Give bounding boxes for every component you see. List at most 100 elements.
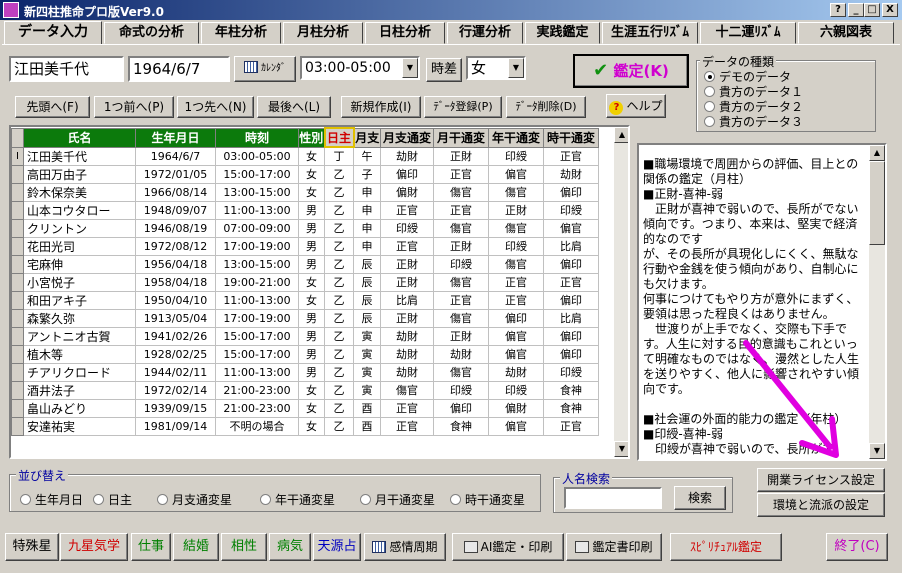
row-indicator[interactable] xyxy=(11,380,24,400)
cell-nenkan-tsuhen[interactable]: 偏官 xyxy=(488,344,544,364)
cell-nenkan-tsuhen[interactable]: 偏官 xyxy=(488,326,544,346)
cell-getsushi[interactable]: 寅 xyxy=(353,380,381,400)
cell-name[interactable]: 小宮悦子 xyxy=(23,272,136,292)
cell-nenkan-tsuhen[interactable]: 偏官 xyxy=(488,164,544,184)
cell-time[interactable]: 21:00-23:00 xyxy=(215,380,299,400)
cell-getsushi-tsuhen[interactable]: 劫財 xyxy=(380,344,434,364)
cell-getsushi[interactable]: 午 xyxy=(353,146,381,166)
cell-jikan-tsuhen[interactable]: 比肩 xyxy=(543,308,599,328)
cell-gender[interactable]: 女 xyxy=(298,290,325,310)
sort-birthdate[interactable]: 生年月日 xyxy=(20,491,83,508)
cell-name[interactable]: 酒井法子 xyxy=(23,380,136,400)
cell-gekkan-tsuhen[interactable]: 正財 xyxy=(433,326,489,346)
cell-nenkan-tsuhen[interactable]: 印綬 xyxy=(488,236,544,256)
cell-getsushi-tsuhen[interactable]: 正官 xyxy=(380,200,434,220)
cell-birthdate[interactable]: 1966/08/14 xyxy=(135,182,216,202)
cell-jikan-tsuhen[interactable]: 偏印 xyxy=(543,254,599,274)
cell-getsushi[interactable]: 酉 xyxy=(353,416,381,436)
cell-birthdate[interactable]: 1950/04/10 xyxy=(135,290,216,310)
cell-gender[interactable]: 女 xyxy=(298,398,325,418)
cell-name[interactable]: 江田美千代 xyxy=(23,146,136,166)
kekkon-button[interactable]: 結婚 xyxy=(173,533,219,561)
sort-gekkan[interactable]: 月干通変星 xyxy=(360,491,435,508)
scroll-down-icon[interactable]: ▼ xyxy=(614,441,628,457)
data-type-yours-3[interactable]: 貴方のデータ３ xyxy=(704,113,803,130)
cell-getsushi-tsuhen[interactable]: 劫財 xyxy=(380,362,434,382)
cell-nissyu[interactable]: 乙 xyxy=(324,164,354,184)
tengen-button[interactable]: 天源占 xyxy=(313,533,361,561)
cell-gender[interactable]: 男 xyxy=(298,344,325,364)
cell-nenkan-tsuhen[interactable]: 傷官 xyxy=(488,218,544,238)
header-gender[interactable]: 性別 xyxy=(298,127,325,148)
table-row[interactable]: 酒井法子 1972/02/14 21:00-23:00 女乙寅傷官 印綬 印綬 食神 xyxy=(11,380,599,400)
cell-gender[interactable]: 男 xyxy=(298,362,325,382)
cell-gekkan-tsuhen[interactable]: 傷官 xyxy=(433,308,489,328)
scroll-up-icon[interactable]: ▲ xyxy=(869,145,885,161)
tab-juniun-rhythm[interactable]: 十二運ﾘｽﾞﾑ xyxy=(700,22,796,44)
cell-nenkan-tsuhen[interactable]: 正官 xyxy=(488,290,544,310)
row-indicator[interactable] xyxy=(11,398,24,418)
cell-getsushi[interactable]: 辰 xyxy=(353,308,381,328)
row-indicator[interactable] xyxy=(11,164,24,184)
cell-birthdate[interactable]: 1946/08/19 xyxy=(135,218,216,238)
cell-birthdate[interactable]: 1972/01/05 xyxy=(135,164,216,184)
cell-gender[interactable]: 男 xyxy=(298,326,325,346)
cell-birthdate[interactable]: 1956/04/18 xyxy=(135,254,216,274)
cell-getsushi-tsuhen[interactable]: 正官 xyxy=(380,398,434,418)
name-search-input[interactable] xyxy=(564,487,662,509)
cell-getsushi[interactable]: 寅 xyxy=(353,326,381,346)
cell-getsushi[interactable]: 寅 xyxy=(353,362,381,382)
cell-gekkan-tsuhen[interactable]: 傷官 xyxy=(433,182,489,202)
kyusei-button[interactable]: 九星気学 xyxy=(60,533,128,561)
cell-gender[interactable]: 女 xyxy=(298,272,325,292)
search-button[interactable]: 検索 xyxy=(674,486,726,510)
scroll-up-icon[interactable]: ▲ xyxy=(614,127,628,143)
cell-getsushi-tsuhen[interactable]: 偏財 xyxy=(380,182,434,202)
cell-gender[interactable]: 女 xyxy=(298,164,325,184)
cell-name[interactable]: 安達祐実 xyxy=(23,416,136,436)
cell-time[interactable]: 不明の場合 xyxy=(215,416,299,436)
cell-name[interactable]: 畠山みどり xyxy=(23,398,136,418)
cell-name[interactable]: 森繁久弥 xyxy=(23,308,136,328)
aisho-button[interactable]: 相性 xyxy=(221,533,267,561)
chevron-down-icon[interactable]: ▼ xyxy=(508,58,524,78)
table-row[interactable]: 畠山みどり 1939/09/15 21:00-23:00 女乙酉正官 偏印 偏財 食神 xyxy=(11,398,599,418)
row-indicator[interactable] xyxy=(11,254,24,274)
cell-gekkan-tsuhen[interactable]: 正財 xyxy=(433,236,489,256)
cell-jikan-tsuhen[interactable]: 偏印 xyxy=(543,290,599,310)
cell-getsushi[interactable]: 酉 xyxy=(353,398,381,418)
cell-nenkan-tsuhen[interactable]: 正財 xyxy=(488,200,544,220)
header-getsushi-tsuhen[interactable]: 月支通変 xyxy=(380,127,434,148)
new-record-button[interactable]: 新規作成(I) xyxy=(341,96,421,118)
cell-jikan-tsuhen[interactable]: 印綬 xyxy=(543,200,599,220)
cell-name[interactable]: 高田万由子 xyxy=(23,164,136,184)
cell-nissyu[interactable]: 乙 xyxy=(324,416,354,436)
cell-gekkan-tsuhen[interactable]: 正官 xyxy=(433,290,489,310)
table-row[interactable]: 植木等 1928/02/25 15:00-17:00 男乙寅劫財 劫財 偏官 偏印 xyxy=(11,344,599,364)
table-row[interactable]: 宅麻伸 1956/04/18 13:00-15:00 男乙辰正財 印綬 傷官 偏印 xyxy=(11,254,599,274)
cell-name[interactable]: 鈴木保奈美 xyxy=(23,182,136,202)
cell-getsushi-tsuhen[interactable]: 比肩 xyxy=(380,290,434,310)
cell-name[interactable]: 和田アキ子 xyxy=(23,290,136,310)
cell-nissyu[interactable]: 乙 xyxy=(324,362,354,382)
cell-time[interactable]: 11:00-13:00 xyxy=(215,290,299,310)
cell-jikan-tsuhen[interactable]: 正官 xyxy=(543,416,599,436)
cell-gekkan-tsuhen[interactable]: 食神 xyxy=(433,416,489,436)
header-nissyu[interactable]: 日主 xyxy=(323,127,355,148)
header-getsushi[interactable]: 月支 xyxy=(353,127,381,148)
cell-getsushi[interactable]: 申 xyxy=(353,218,381,238)
tab-nenchu[interactable]: 年柱分析 xyxy=(201,22,281,44)
cell-getsushi-tsuhen[interactable]: 正財 xyxy=(380,308,434,328)
cell-name[interactable]: 花田光司 xyxy=(23,236,136,256)
kanjo-button[interactable]: 感情周期 xyxy=(364,533,446,561)
table-row[interactable]: I 江田美千代 1964/6/7 03:00-05:00 女丁午劫財 正財 印綬 正官 xyxy=(11,146,599,166)
row-indicator[interactable] xyxy=(11,308,24,328)
first-record-button[interactable]: 先頭へ(F) xyxy=(15,96,90,118)
cell-birthdate[interactable]: 1944/02/11 xyxy=(135,362,216,382)
header-nenkan-tsuhen[interactable]: 年干通変 xyxy=(488,127,544,148)
exit-button[interactable]: 終了(C) xyxy=(826,533,888,561)
kantei-button[interactable]: ✔ 鑑定(K) xyxy=(573,54,689,88)
help-button[interactable]: ? ヘルプ xyxy=(606,94,666,118)
scroll-down-icon[interactable]: ▼ xyxy=(869,443,885,459)
cell-getsushi-tsuhen[interactable]: 傷官 xyxy=(380,380,434,400)
